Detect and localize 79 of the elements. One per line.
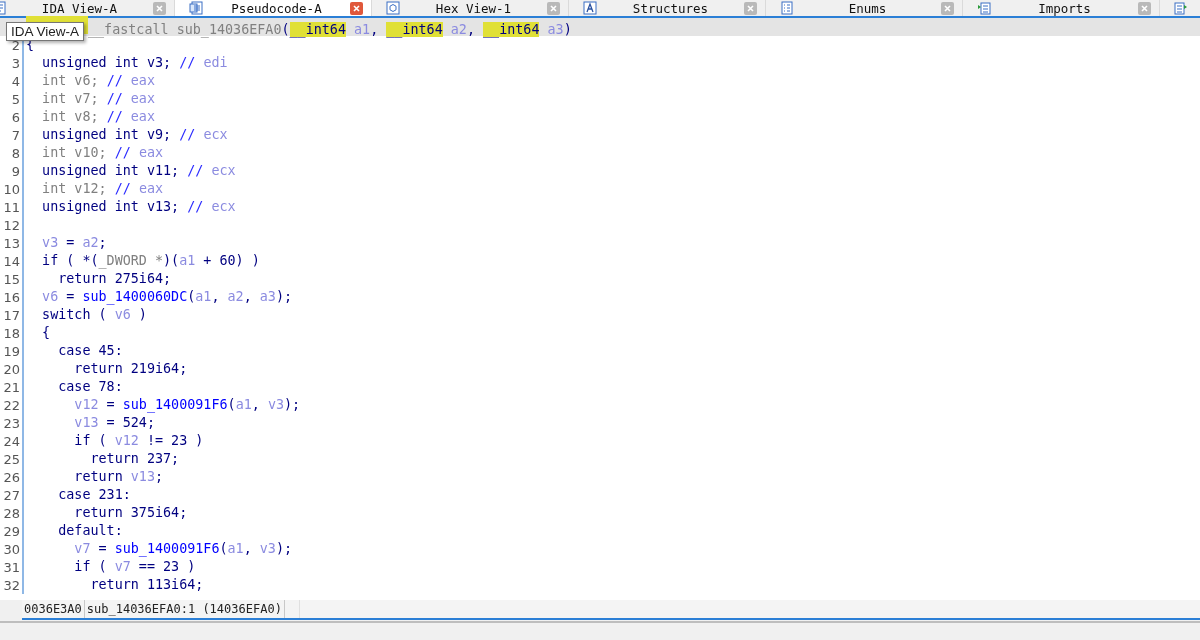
line-number: 8 [10,145,21,161]
code-line: v6 = sub_1400060DC(a1, a2, a3); [41,288,293,306]
export-icon [1174,1,1188,15]
line-number: 28 [2,505,21,521]
code-line: return 113i64; [89,576,204,594]
line-number: 17 [2,307,21,323]
code-line: if ( v12 != 23 ) [73,432,204,450]
code-line: case 78: [57,378,123,396]
code-line: unsigned int v9; // ecx [41,126,228,144]
line-number: 4 [10,73,21,89]
code-line: return 219i64; [73,360,188,378]
line-number: 19 [2,343,21,359]
line-number: 15 [2,271,21,287]
line-number: 7 [10,127,21,143]
address-field: 0036E3A0 [22,600,85,618]
line-number: 20 [2,361,21,377]
close-icon[interactable] [1138,1,1151,15]
code-line: v12 = sub_1400091F6(a1, v3); [73,396,301,414]
line-number: 22 [2,397,21,413]
code-line: case 45: [57,342,123,360]
code-line: int v12; // eax [41,180,164,198]
close-icon[interactable] [153,1,166,15]
line-number: 32 [2,577,21,593]
code-line: case 231: [57,486,131,504]
line-number: 23 [2,415,21,431]
code-line: return v13; [73,468,164,486]
tab[interactable]: Pseudocode-A [175,0,372,16]
line-number: 18 [2,325,21,341]
code-line: return 275i64; [57,270,172,288]
tab[interactable]: Enums [766,0,963,16]
line-number: 21 [2,379,21,395]
line-number: 14 [2,253,21,269]
document-icon [189,1,203,15]
line-number: 11 [2,199,21,215]
close-icon[interactable] [350,1,363,15]
line-number: 10 [2,181,21,197]
code-line: int v8; // eax [41,108,155,126]
code-line: int v6; // eax [41,72,155,90]
line-number: 3 [10,55,21,71]
code-line: v3 = a2; [41,234,107,252]
code-line: v7 = sub_1400091F6(a1, v3); [73,540,293,558]
line-number: 29 [2,523,21,539]
code-line: int v10; // eax [41,144,164,162]
code-line: unsigned int v13; // ecx [41,198,236,216]
line-number: 13 [2,235,21,251]
code-line: switch ( v6 ) [41,306,147,324]
hexagon-icon [386,1,400,15]
close-icon[interactable] [744,1,757,15]
line-number: 26 [2,469,21,485]
line-number: 30 [2,541,21,557]
close-icon[interactable] [547,1,560,15]
import-icon [977,1,991,15]
code-line: return 237; [89,450,180,468]
tab[interactable]: Imports [963,0,1160,16]
tab[interactable]: Structures [569,0,766,16]
letter-a-icon [583,1,597,15]
code-line: { [41,324,51,342]
close-icon[interactable] [941,1,954,15]
code-line: if ( v7 == 23 ) [73,558,196,576]
line-number: 24 [2,433,21,449]
line-number: 25 [2,451,21,467]
tooltip: IDA View-A [6,22,85,41]
line-number: 31 [2,559,21,575]
code-line: if ( *(_DWORD *)(a1 + 60) ) [41,252,260,270]
line-number: 16 [2,289,21,305]
code-line: int v7; // eax [41,90,155,108]
line-number: 5 [10,91,21,107]
tab[interactable]: Hex View-1 [372,0,569,16]
line-number: 12 [2,217,21,233]
location-field: sub_14036EFA0:1 (14036EFA0) [84,600,285,618]
code-line: unsigned int v3; // edi [41,54,228,72]
code-line: unsigned int v11; // ecx [41,162,236,180]
line-number: 27 [2,487,21,503]
code-line: return 375i64; [73,504,188,522]
line-number: 9 [10,163,21,179]
list-icon [780,1,794,15]
code-line: default: [57,522,123,540]
code-line: v13 = 524; [73,414,155,432]
line-number: 6 [10,109,21,125]
